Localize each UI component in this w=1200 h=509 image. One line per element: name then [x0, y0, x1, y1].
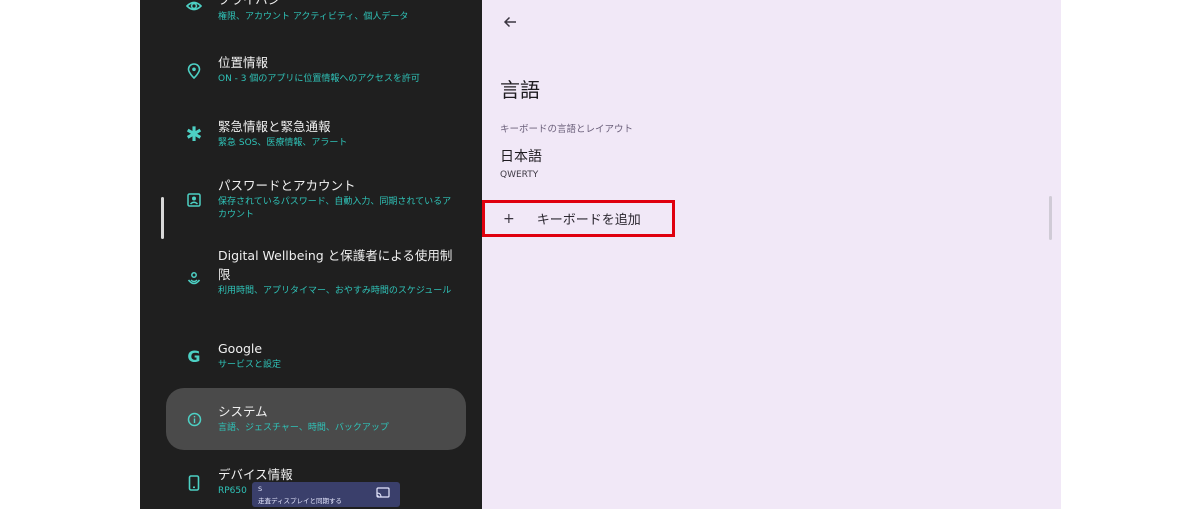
back-button[interactable]	[500, 12, 520, 32]
sidebar-item-location[interactable]: 位置情報 ON - 3 個のアプリに位置情報へのアクセスを許可	[166, 48, 466, 94]
language-name: 日本語	[500, 149, 542, 165]
language-settings-panel: 言語 キーボードの言語とレイアウト 日本語 QWERTY + キーボードを追加	[482, 0, 1061, 509]
plus-icon: +	[503, 210, 515, 227]
content-scrollbar[interactable]	[1049, 196, 1052, 240]
sidebar-item-title: パスワードとアカウント	[218, 178, 356, 193]
sidebar-item-digital-wellbeing[interactable]: Digital Wellbeing と保護者による使用制限 利用時間、アプリタイ…	[166, 242, 466, 318]
location-pin-icon	[186, 63, 202, 79]
add-keyboard-label: キーボードを追加	[536, 213, 641, 228]
sidebar-item-title: Digital Wellbeing と保護者による使用制限	[218, 248, 453, 282]
phone-icon	[186, 475, 202, 491]
sidebar-item-title: システム	[218, 404, 268, 419]
sidebar-item-subtitle: 保存されているパスワード、自動入力、同期されているアカウント	[218, 197, 452, 220]
sidebar-item-title: 位置情報	[218, 55, 269, 70]
arrow-left-icon	[503, 13, 517, 32]
cast-icon	[376, 487, 390, 501]
sidebar-item-title: 緊急情報と緊急通報	[218, 119, 331, 134]
sidebar-item-title: Google	[218, 341, 263, 356]
info-circle-icon	[186, 411, 202, 427]
account-box-icon	[186, 192, 202, 208]
sidebar-item-subtitle: 権限、アカウント アクティビティ、個人データ	[218, 12, 409, 22]
sidebar-item-title: プライバシー	[218, 0, 458, 9]
asterisk-icon: ✱	[185, 122, 203, 146]
section-header: キーボードの言語とレイアウト	[500, 124, 634, 135]
sidebar-item-subtitle: ON - 3 個のアプリに位置情報へのアクセスを許可	[218, 74, 420, 84]
settings-sidebar: プライバシー 権限、アカウント アクティビティ、個人データ 位置情報 ON - …	[140, 0, 482, 509]
sidebar-item-subtitle: 言語、ジェスチャー、時間、バックアップ	[218, 423, 389, 433]
cast-chip-line2: 走査ディスプレイと同期する	[258, 497, 343, 505]
privacy-eye-icon	[186, 0, 202, 14]
wellbeing-icon	[186, 271, 202, 287]
sidebar-item-subtitle: 利用時間、アプリタイマー、おやすみ時間のスケジュール	[218, 286, 452, 296]
keyboard-layout: QWERTY	[500, 170, 539, 180]
page-title: 言語	[500, 78, 540, 102]
sidebar-item-subtitle: 緊急 SOS、医療情報、アラート	[218, 138, 348, 148]
google-g-icon: G	[187, 346, 201, 366]
sidebar-item-emergency[interactable]: ✱ 緊急情報と緊急通報 緊急 SOS、医療情報、アラート	[166, 112, 466, 158]
sidebar-item-passwords-accounts[interactable]: パスワードとアカウント 保存されているパスワード、自動入力、同期されているアカウ…	[166, 172, 466, 230]
sidebar-item-privacy[interactable]: プライバシー 権限、アカウント アクティビティ、個人データ	[166, 0, 466, 30]
cast-chip-line1: S	[258, 485, 263, 493]
cast-notification-chip[interactable]: S 走査ディスプレイと同期する	[252, 482, 400, 507]
sidebar-item-subtitle: サービスと設定	[218, 360, 282, 370]
sidebar-scrollbar[interactable]	[161, 197, 164, 239]
sidebar-item-system[interactable]: システム 言語、ジェスチャー、時間、バックアップ	[166, 388, 466, 450]
sidebar-item-google[interactable]: G Google サービスと設定	[166, 336, 466, 378]
add-keyboard-button[interactable]: + キーボードを追加	[482, 200, 675, 237]
